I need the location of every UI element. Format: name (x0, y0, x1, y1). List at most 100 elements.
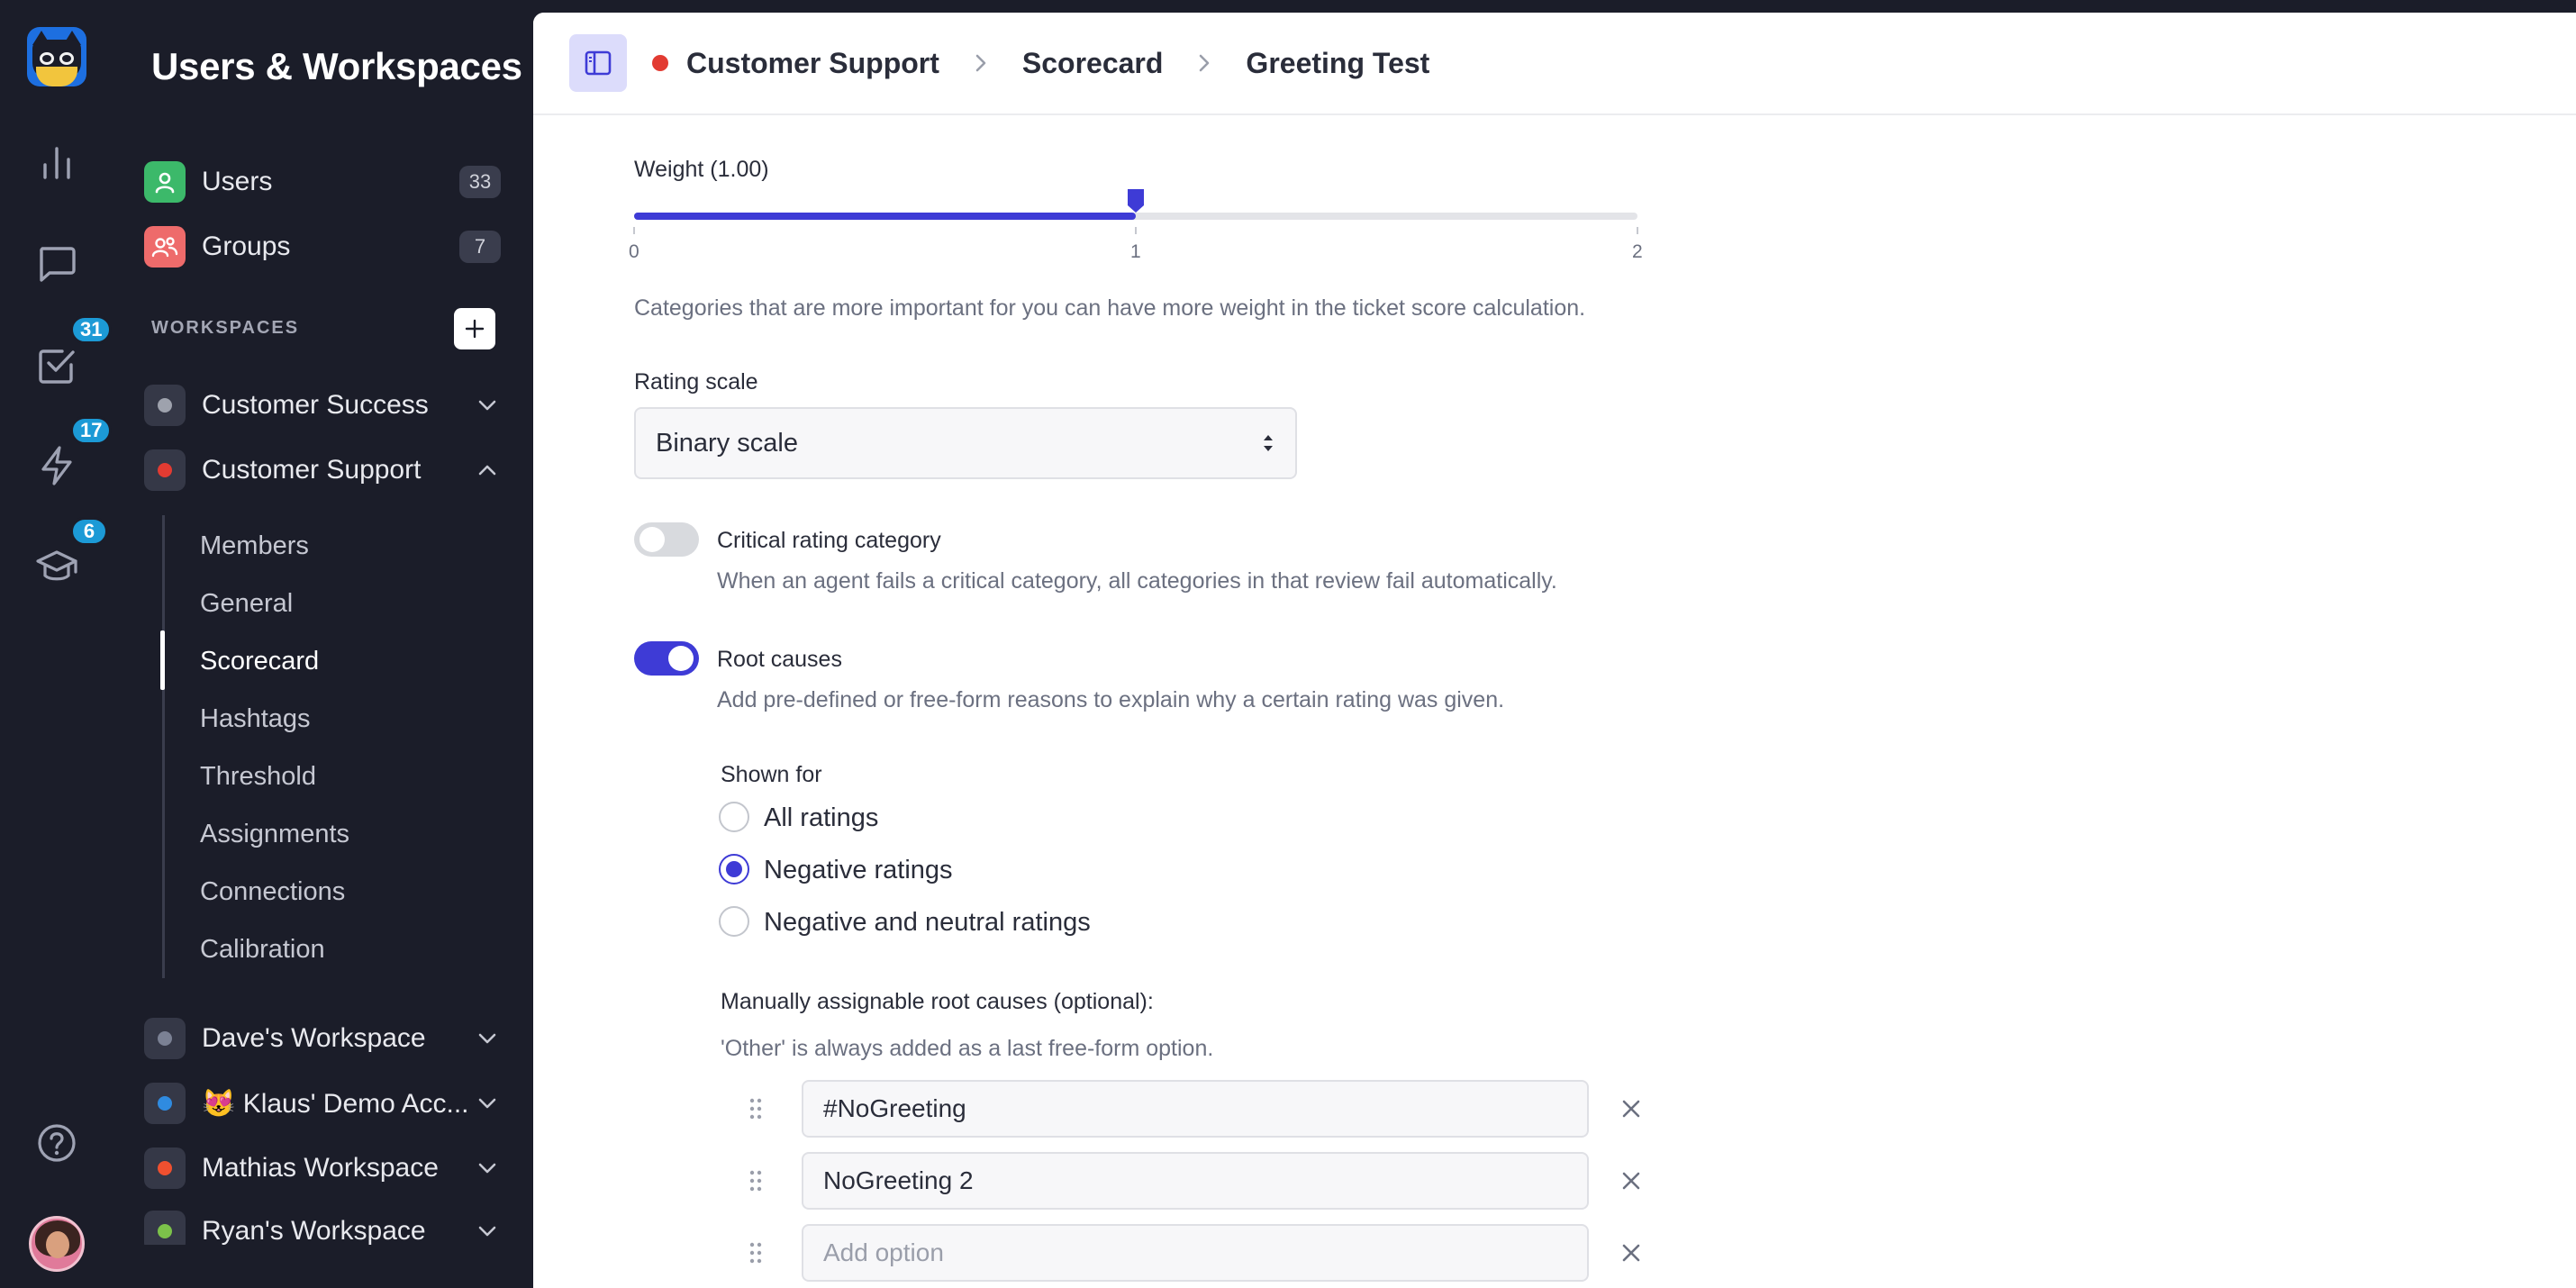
drag-handle-icon[interactable] (742, 1095, 769, 1122)
chevron-down-icon[interactable] (474, 392, 501, 419)
chevron-down-icon[interactable] (474, 1090, 501, 1117)
radio-all-ratings[interactable] (719, 802, 749, 832)
user-avatar[interactable] (29, 1216, 85, 1272)
weight-slider-thumb[interactable] (1126, 187, 1146, 214)
submenu-item-connections[interactable]: Connections (200, 877, 345, 907)
weight-tick-label: 0 (629, 241, 639, 262)
breadcrumb-scorecard[interactable]: Scorecard (1022, 47, 1164, 80)
app-logo[interactable] (27, 27, 86, 86)
dashboard-icon[interactable] (34, 141, 79, 186)
chevron-down-icon[interactable] (474, 1218, 501, 1245)
critical-category-toggle[interactable] (634, 522, 699, 557)
radio-negative-neutral-ratings[interactable] (719, 906, 749, 937)
workspace-color-dot (158, 1161, 172, 1175)
drag-handle-icon[interactable] (742, 1239, 769, 1266)
user-icon (144, 161, 186, 203)
manual-root-causes-label: Manually assignable root causes (optiona… (721, 989, 1154, 1014)
sidebar: Users & Workspaces Users 33 Groups 7 WOR… (115, 0, 533, 1288)
activity-badge: 17 (70, 416, 113, 445)
conversations-icon[interactable] (34, 241, 79, 286)
close-icon[interactable] (1616, 1166, 1646, 1196)
submenu-item-threshold[interactable]: Threshold (200, 762, 316, 792)
weight-slider-fill (634, 213, 1136, 220)
root-cause-input[interactable] (802, 1080, 1589, 1138)
workspace-color-dot (158, 463, 172, 477)
root-causes-toggle[interactable] (634, 641, 699, 676)
workspace-customer-success[interactable]: Customer Success (144, 381, 501, 430)
rating-scale-label: Rating scale (634, 369, 758, 395)
chevron-down-icon[interactable] (474, 1025, 501, 1052)
icon-rail: 31 17 6 (0, 0, 115, 1288)
sidebar-item-groups[interactable]: Groups 7 (144, 222, 501, 272)
close-icon[interactable] (1616, 1093, 1646, 1124)
manual-root-causes-help: 'Other' is always added as a last free-f… (721, 1036, 1214, 1061)
workspace-customer-support[interactable]: Customer Support (144, 446, 501, 494)
submenu-guide-line (162, 515, 165, 978)
weight-help-text: Categories that are more important for y… (634, 295, 1586, 321)
workspace-ryans[interactable]: Ryan's Workspace (144, 1209, 501, 1245)
submenu-active-indicator (160, 630, 165, 690)
help-icon[interactable] (34, 1120, 79, 1166)
root-cause-row (733, 1151, 1661, 1211)
add-workspace-button[interactable] (454, 308, 495, 349)
breadcrumb-workspace[interactable]: Customer Support (686, 47, 939, 80)
workspace-label: Ryan's Workspace (202, 1216, 426, 1245)
radio-label[interactable]: Negative and neutral ratings (764, 908, 1091, 938)
chevron-right-icon (968, 50, 993, 76)
submenu-item-scorecard[interactable]: Scorecard (200, 647, 319, 676)
root-cause-row (733, 1079, 1661, 1138)
chevron-right-icon (1192, 50, 1217, 76)
sidebar-item-label: Users (202, 167, 273, 196)
weight-tick (1637, 227, 1638, 234)
workspace-label: Mathias Workspace (202, 1153, 439, 1183)
sidebar-title: Users & Workspaces (151, 45, 522, 87)
root-cause-input[interactable] (802, 1152, 1589, 1210)
critical-category-help: When an agent fails a critical category,… (717, 568, 1557, 594)
group-icon (144, 226, 186, 268)
close-icon[interactable] (1616, 1238, 1646, 1268)
plus-icon (465, 319, 485, 339)
workspace-label: Customer Success (202, 390, 429, 420)
radio-negative-ratings[interactable] (719, 854, 749, 884)
weight-tick-label: 2 (1632, 241, 1643, 262)
critical-category-label: Critical rating category (717, 528, 941, 553)
workspace-label: Dave's Workspace (202, 1023, 426, 1053)
radio-label[interactable]: Negative ratings (764, 856, 953, 885)
breadcrumb-category: Greeting Test (1246, 46, 1430, 79)
submenu-item-calibration[interactable]: Calibration (200, 935, 325, 965)
drag-handle-icon[interactable] (742, 1167, 769, 1194)
workspace-daves[interactable]: Dave's Workspace (144, 1014, 501, 1063)
tasks-icon[interactable] (34, 342, 79, 387)
learning-cap-icon[interactable] (34, 544, 79, 589)
learning-badge: 6 (70, 517, 108, 546)
weight-tick-label: 1 (1130, 241, 1141, 262)
submenu-item-hashtags[interactable]: Hashtags (200, 704, 311, 734)
workspace-label: Customer Support (202, 455, 422, 485)
toggle-sidebar-button[interactable] (569, 34, 627, 92)
workspaces-heading: WORKSPACES (151, 318, 300, 338)
submenu-item-assignments[interactable]: Assignments (200, 820, 349, 849)
workspace-color-dot (158, 1096, 172, 1111)
sidebar-item-users[interactable]: Users 33 (144, 157, 501, 207)
workspace-color-dot (158, 1224, 172, 1238)
rating-scale-select[interactable]: Binary scale (634, 407, 1297, 479)
workspace-mathias[interactable]: Mathias Workspace (144, 1144, 501, 1193)
radio-label[interactable]: All ratings (764, 803, 878, 833)
chevron-up-icon[interactable] (474, 457, 501, 484)
main-panel: Customer Support Scorecard Greeting Test… (533, 13, 2576, 1288)
workspace-color-dot (158, 398, 172, 413)
chevron-down-icon[interactable] (474, 1155, 501, 1182)
breadcrumb: Customer Support Scorecard Greeting Test (652, 45, 1429, 81)
submenu-item-members[interactable]: Members (200, 531, 309, 561)
root-causes-help: Add pre-defined or free-form reasons to … (717, 687, 1505, 712)
add-option-input[interactable] (802, 1224, 1589, 1282)
submenu-item-general[interactable]: General (200, 589, 293, 619)
weight-label: Weight (1.00) (634, 157, 769, 182)
root-causes-label: Root causes (717, 647, 842, 672)
users-count: 33 (459, 166, 501, 198)
activity-bolt-icon[interactable] (34, 443, 79, 488)
workspace-klaus-demo[interactable]: 😻 Klaus' Demo Acc... (144, 1079, 501, 1128)
shown-for-label: Shown for (721, 762, 822, 787)
workspace-color-dot (158, 1031, 172, 1046)
weight-tick (1135, 227, 1137, 234)
